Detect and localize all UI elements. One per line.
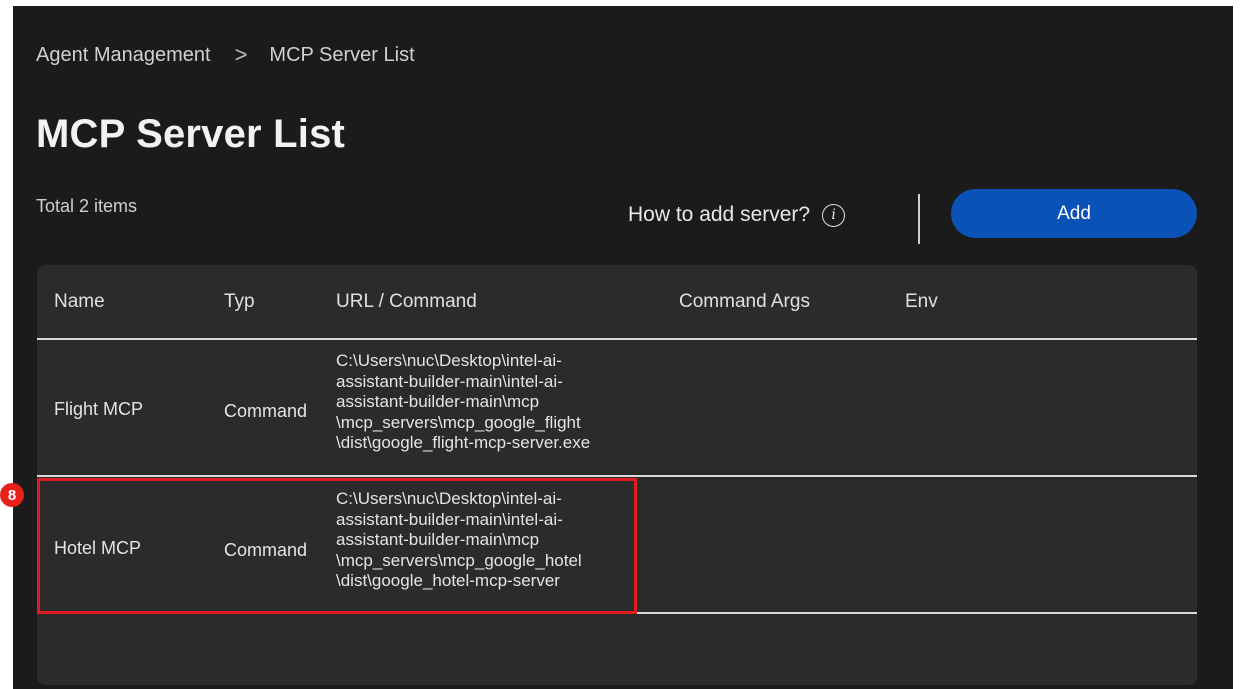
divider xyxy=(918,194,920,244)
breadcrumb-current: MCP Server List xyxy=(269,43,415,66)
step-badge: 8 xyxy=(0,483,24,507)
row-url: C:\Users\nuc\Desktop\intel-ai- assistant… xyxy=(336,351,591,452)
add-button[interactable]: Add xyxy=(951,189,1197,238)
row-type: Command xyxy=(224,401,308,421)
how-to-add-server-link[interactable]: How to add server? i xyxy=(628,203,846,227)
breadcrumb-parent[interactable]: Agent Management xyxy=(36,44,211,67)
table-header: Name Typ URL / Command Command Args Env xyxy=(37,265,1197,339)
table-row[interactable]: Flight MCP Command C:\Users\nuc\Desktop\… xyxy=(37,340,1197,474)
total-count: Total 2 items xyxy=(36,196,138,216)
info-icon[interactable]: i xyxy=(822,203,846,227)
breadcrumb: Agent Management > MCP Server List xyxy=(36,42,415,68)
column-header-url[interactable]: URL / Command xyxy=(336,291,477,313)
column-header-args[interactable]: Command Args xyxy=(679,291,810,313)
highlight-box xyxy=(37,478,637,614)
server-table: Name Typ URL / Command Command Args Env … xyxy=(37,265,1197,685)
row-name: Flight MCP xyxy=(54,399,144,419)
column-header-env[interactable]: Env xyxy=(905,291,938,313)
page-title: MCP Server List xyxy=(36,112,346,156)
column-header-type[interactable]: Typ xyxy=(224,291,255,313)
chevron-right-icon: > xyxy=(234,42,248,67)
column-header-name[interactable]: Name xyxy=(54,291,105,313)
help-text: How to add server? xyxy=(628,203,811,226)
